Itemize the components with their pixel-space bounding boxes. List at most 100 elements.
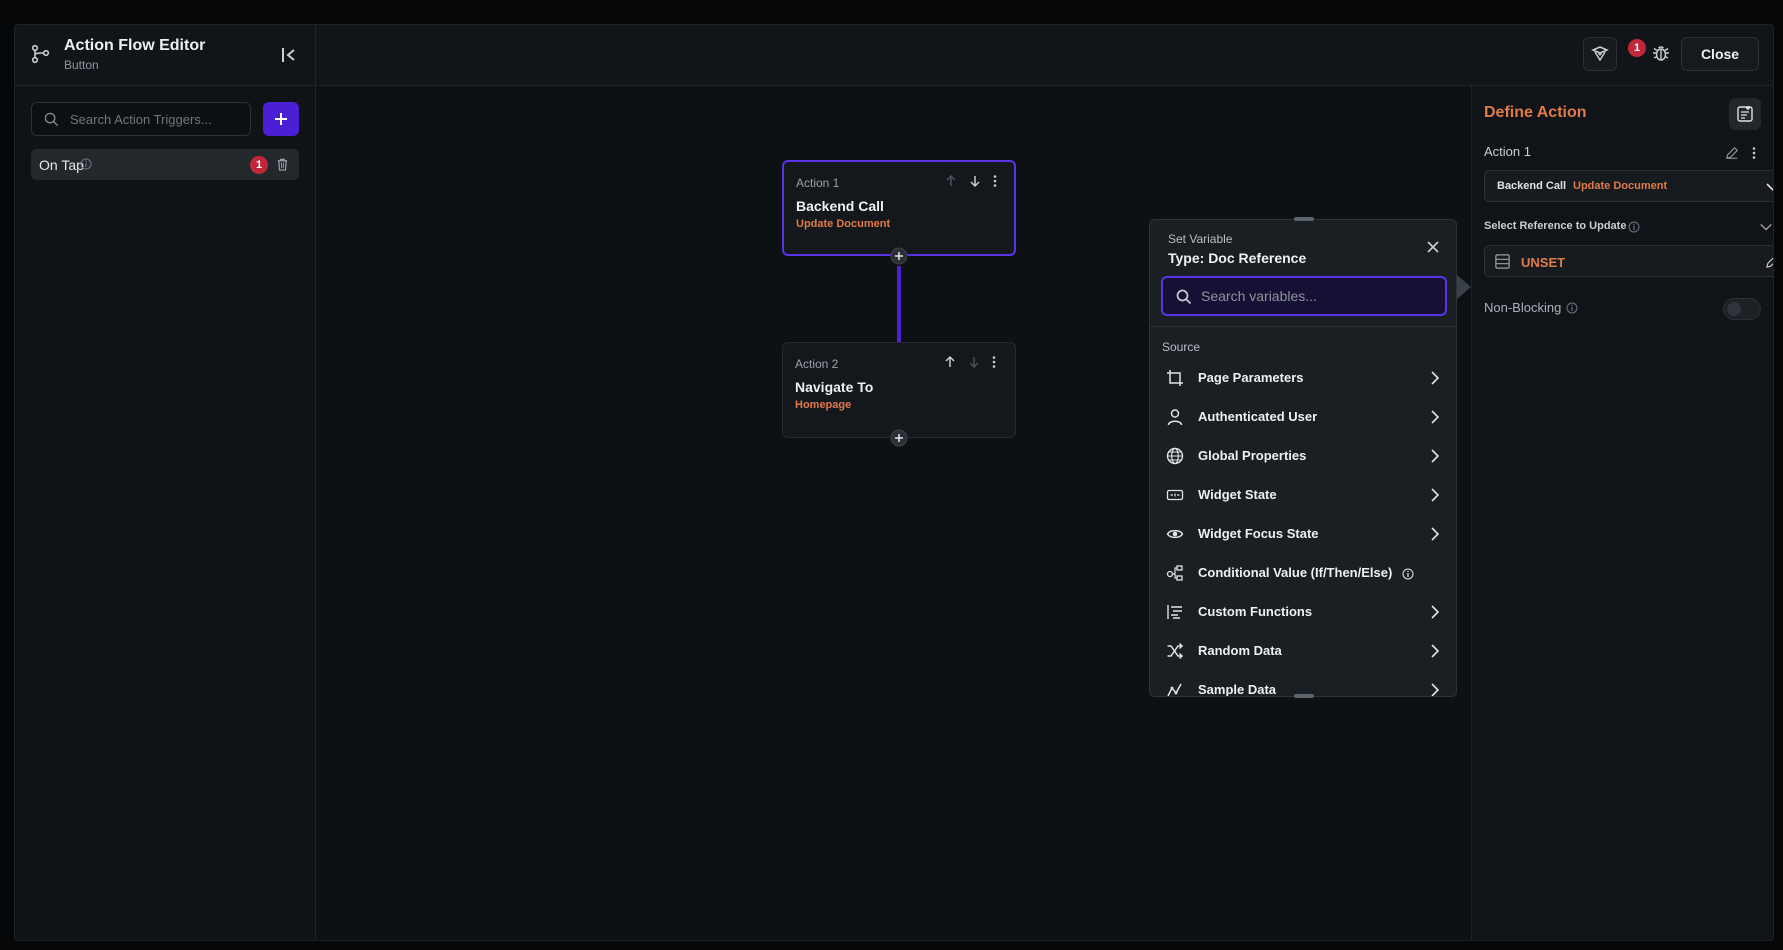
action-flow-icon [31,44,50,64]
add-note-icon [1737,106,1753,122]
source-item-label: Conditional Value (If/Then/Else) [1198,565,1393,580]
chevron-right-icon [1431,410,1440,424]
database-icon [1495,254,1510,269]
source-item-label: Sample Data [1198,682,1277,696]
eye-icon [1166,529,1184,539]
define-action-panel: Define Action Action 1 Backend Call Upda… [1471,86,1773,940]
error-count-badge: 1 [1628,39,1646,57]
action-subtype-value: Update Document [1573,180,1668,192]
action-type-value: Backend Call [1497,180,1567,192]
editor-title: Action Flow Editor [64,37,206,54]
variable-search-input[interactable]: Search variables... [1161,276,1447,316]
action-node-1[interactable]: Action 1 Backend Call Update Document [782,160,1016,256]
source-item-authenticated-user[interactable]: Authenticated User [1150,398,1456,437]
variable-search-placeholder: Search variables... [1201,288,1317,304]
info-icon [1566,302,1578,314]
more-options-icon[interactable] [1747,146,1761,160]
source-item-sample-data[interactable]: Sample Data [1150,671,1456,696]
reference-value: UNSET [1521,255,1566,270]
reference-value-field[interactable]: UNSET [1484,245,1774,277]
add-action-icon[interactable] [890,247,908,265]
popup-title: Type: Doc Reference [1168,250,1307,266]
more-options-icon[interactable] [988,174,1002,188]
action-node-label: Action 1 [796,176,840,190]
source-item-label: Authenticated User [1198,409,1318,424]
move-down-icon[interactable] [968,174,982,188]
sample-data-icon [1167,683,1182,696]
custom-functions-icon [1167,605,1182,619]
source-item-random-data[interactable]: Random Data [1150,632,1456,671]
source-section-label: Source [1162,340,1201,354]
reference-label: Select Reference to Update [1484,220,1627,232]
non-blocking-label: Non-Blocking [1484,300,1562,315]
add-trigger-button[interactable] [263,102,299,136]
source-item-widget-state[interactable]: Widget State [1150,476,1456,515]
chevron-right-icon [1431,683,1440,696]
define-action-title: Define Action [1484,104,1587,121]
trigger-item-on-tap[interactable]: On Tap 1 [31,149,299,180]
conditional-icon [1166,565,1183,581]
source-item-custom-functions[interactable]: Custom Functions [1150,593,1456,632]
trigger-label: On Tap [39,157,84,173]
top-bar: Action Flow Editor Button 1 Close [15,25,1773,86]
resize-handle-bottom[interactable] [1294,694,1314,698]
action-name-label: Action 1 [1484,144,1531,159]
action-node-title: Backend Call [796,198,884,214]
action-node-subtitle: Update Document [796,218,891,230]
action-library-button[interactable] [1729,98,1761,130]
tour-button[interactable] [1583,37,1617,71]
editor-subtitle: Button [64,58,99,72]
search-icon [44,112,59,127]
chevron-right-icon [1431,527,1440,541]
action-triggers-panel: Search Action Triggers... On Tap 1 [15,86,316,940]
source-item-page-parameters[interactable]: Page Parameters [1150,359,1456,398]
add-action-icon[interactable] [890,429,908,447]
globe-icon [1166,447,1184,465]
search-icon [1176,289,1192,305]
chevron-right-icon [1431,449,1440,463]
chevron-down-icon [1766,183,1773,192]
edit-icon[interactable] [1765,254,1774,269]
trash-icon[interactable] [276,158,289,171]
close-icon[interactable] [1426,240,1440,254]
source-item-label: Custom Functions [1198,604,1313,619]
info-icon [80,158,92,170]
edit-icon[interactable] [1725,146,1739,160]
trigger-error-badge: 1 [250,156,268,174]
debug-bug-icon[interactable] [1651,43,1671,63]
move-up-icon[interactable] [944,174,958,188]
chevron-down-icon[interactable] [1759,220,1773,234]
info-icon [1628,221,1640,233]
shuffle-icon [1167,642,1184,660]
collapse-sidebar-icon[interactable] [279,45,299,65]
widget-state-icon [1166,489,1184,501]
chevron-right-icon [1431,488,1440,502]
popup-label: Set Variable [1168,232,1233,246]
more-options-icon[interactable] [987,355,1001,369]
action-node-2[interactable]: Action 2 Navigate To Homepage [782,342,1016,438]
action-type-dropdown[interactable]: Backend Call Update Document [1484,170,1773,202]
chevron-right-icon [1431,371,1440,385]
tour-icon [1591,46,1609,62]
user-icon [1167,409,1183,426]
top-right-actions: 1 Close [1573,25,1773,85]
action-flow-editor-modal: Action Flow Editor Button 1 Close Search… [14,24,1774,941]
trigger-search-input[interactable]: Search Action Triggers... [31,102,251,136]
source-item-label: Random Data [1198,643,1282,658]
source-item-global-properties[interactable]: Global Properties [1150,437,1456,476]
source-item-label: Global Properties [1198,448,1307,463]
close-button[interactable]: Close [1681,37,1759,71]
move-down-icon[interactable] [967,355,981,369]
source-item-label: Widget State [1198,487,1277,502]
source-item-label: Page Parameters [1198,370,1304,385]
set-variable-popup: Set Variable Type: Doc Reference Search … [1149,217,1457,698]
non-blocking-toggle[interactable] [1723,298,1761,320]
source-item-widget-focus-state[interactable]: Widget Focus State [1150,515,1456,554]
page-parameters-icon [1167,370,1183,386]
resize-handle-top[interactable] [1294,217,1314,221]
chevron-right-icon [1431,644,1440,658]
source-item-conditional-value[interactable]: Conditional Value (If/Then/Else) [1150,554,1456,593]
trigger-search-placeholder: Search Action Triggers... [70,112,212,127]
move-up-icon[interactable] [943,355,957,369]
toggle-knob [1727,302,1741,316]
